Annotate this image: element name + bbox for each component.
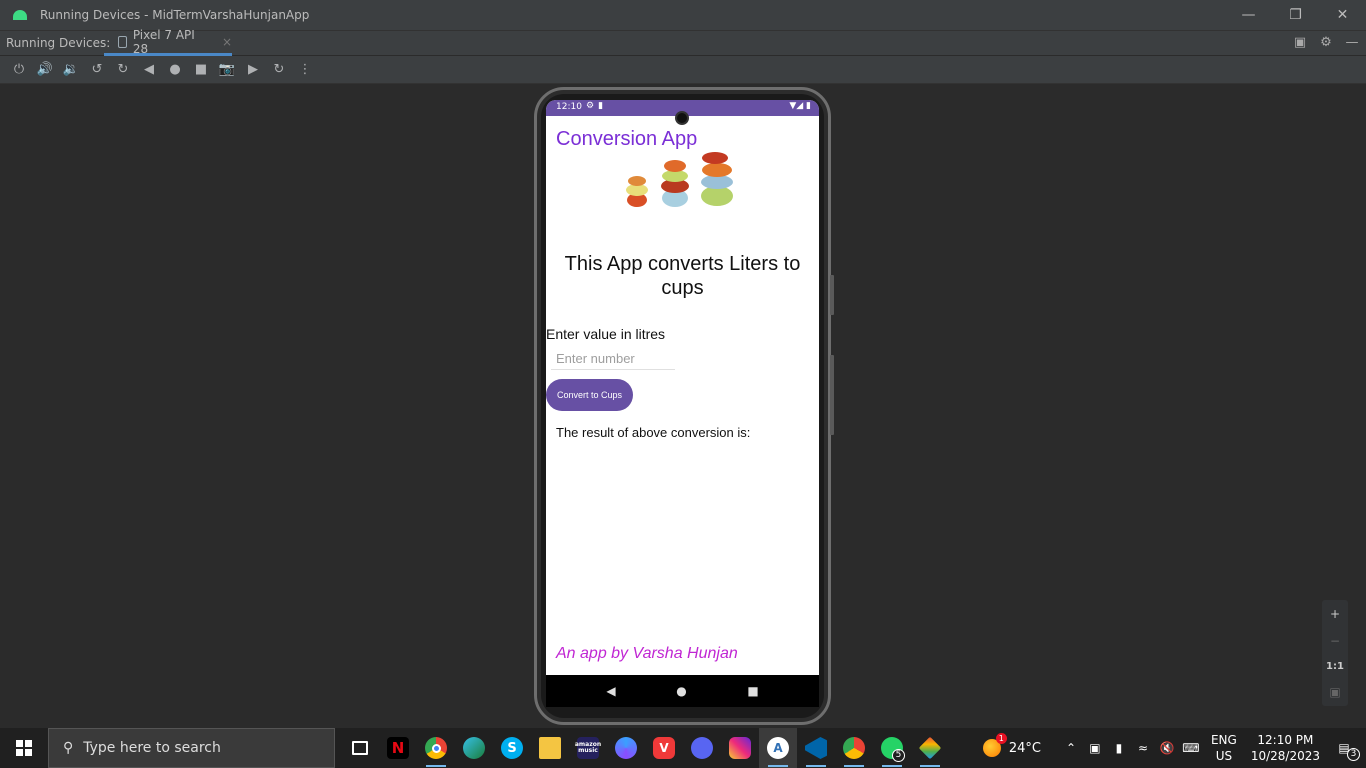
status-time: 12:10 — [556, 102, 582, 112]
restore-button[interactable]: ❐ — [1272, 0, 1319, 30]
lang-bottom: US — [1215, 749, 1233, 763]
chrome-icon[interactable] — [417, 728, 455, 768]
minimize-button[interactable]: — — [1225, 0, 1272, 30]
litres-input-label: Enter value in litres — [546, 326, 666, 342]
fit-screen-icon[interactable]: ▣ — [1329, 685, 1340, 699]
window-title: Running Devices - MidTermVarshaHunjanApp — [40, 8, 310, 22]
phone-volume-button — [830, 355, 834, 435]
hide-panel-icon[interactable]: — — [1344, 34, 1360, 50]
running-devices-tabbar: Running Devices: Pixel 7 API 28 × ▣ ⚙ — — [0, 28, 1366, 56]
rotate-right-icon[interactable]: ↻ — [110, 59, 136, 81]
notification-center-icon[interactable]: ▤ 3 — [1332, 741, 1360, 761]
phone-screen: 12:10 ⚙▮ ▼◢ ▮ Conversion App This App co… — [546, 100, 819, 707]
edge-icon[interactable] — [455, 728, 493, 768]
signal-battery-icon: ▼◢ ▮ — [789, 101, 811, 111]
window-titlebar: Running Devices - MidTermVarshaHunjanApp… — [0, 0, 1366, 30]
screenshot-icon[interactable]: 📷 — [214, 59, 240, 81]
system-tray: 1 24°C ⌃ ▣ ▮ ≈ 🔇 ⌨ ENG US 12:10 PM 10/28… — [982, 728, 1366, 768]
window-controls: — ❐ ✕ — [1225, 0, 1366, 30]
discord-icon[interactable] — [683, 728, 721, 768]
vs-code-icon[interactable] — [797, 728, 835, 768]
nav-recents-icon[interactable]: ■ — [747, 684, 758, 698]
amazon-music-icon[interactable]: amazon music — [569, 728, 607, 768]
zoom-out-button[interactable]: − — [1330, 634, 1340, 648]
reset-icon[interactable]: ↻ — [266, 59, 292, 81]
notification-count: 3 — [1347, 748, 1360, 761]
litres-input[interactable] — [551, 347, 675, 370]
swirl-app-icon[interactable] — [607, 728, 645, 768]
screen-record-icon[interactable]: ▶ — [240, 59, 266, 81]
weather-sun-icon: 1 — [982, 733, 1007, 757]
running-devices-label: Running Devices: — [6, 36, 111, 50]
zoom-controls: + − 1:1 ▣ — [1322, 600, 1348, 706]
clock-date: 10/28/2023 — [1250, 749, 1320, 763]
weather-widget[interactable]: 1 24°C — [982, 733, 1041, 757]
whatsapp-icon[interactable]: 5 — [873, 728, 911, 768]
headline-text: This App converts Liters to cups — [564, 253, 801, 299]
taskbar-clock[interactable]: 12:10 PM 10/28/2023 — [1251, 732, 1320, 764]
device-toolbar: ⏻ 🔊 🔉 ↺ ↻ ◀ ● ■ 📷 ▶ ↻ ⋮ — [0, 56, 1366, 84]
phone-side-button — [830, 275, 834, 315]
windows-logo-icon — [16, 740, 32, 756]
volume-down-icon[interactable]: 🔉 — [58, 59, 84, 81]
task-view-icon[interactable] — [341, 728, 379, 768]
power-icon[interactable]: ⏻ — [6, 59, 32, 81]
result-text: The result of above conversion is: — [556, 425, 751, 440]
android-studio-taskbar-icon[interactable]: A — [759, 728, 797, 768]
convert-to-cups-button[interactable]: Convert to Cups — [546, 379, 633, 411]
device-icon — [118, 36, 127, 48]
weather-alert-badge: 1 — [995, 733, 1007, 744]
temperature: 24°C — [1008, 740, 1041, 756]
home-icon[interactable]: ● — [162, 59, 188, 81]
volume-muted-icon[interactable]: 🔇 — [1155, 741, 1179, 755]
close-button[interactable]: ✕ — [1319, 0, 1366, 30]
android-nav-bar: ◀ ● ■ — [546, 675, 819, 707]
back-icon[interactable]: ◀ — [136, 59, 162, 81]
overview-icon[interactable]: ■ — [188, 59, 214, 81]
netflix-icon[interactable]: N — [379, 728, 417, 768]
nav-home-icon[interactable]: ● — [676, 684, 686, 698]
tab-close-icon[interactable]: × — [222, 35, 232, 49]
keyboard-icon[interactable]: ⌨ — [1179, 741, 1203, 755]
input-language[interactable]: ENG US — [1211, 732, 1237, 764]
tab-pixel-7-api-28[interactable]: Pixel 7 API 28 × — [104, 28, 232, 56]
more-icon[interactable]: ⋮ — [292, 59, 318, 81]
volume-up-icon[interactable]: 🔊 — [32, 59, 58, 81]
windows-taskbar: ⚲ Type here to search N S amazon music V… — [0, 728, 1366, 768]
battery-icon[interactable]: ▮ — [1107, 741, 1131, 755]
clock-time: 12:10 PM — [1257, 733, 1314, 747]
start-button[interactable] — [0, 728, 48, 768]
chevron-up-icon[interactable]: ⌃ — [1059, 741, 1083, 755]
settings-gear-icon[interactable]: ⚙ — [1318, 34, 1334, 50]
git-tool-icon[interactable] — [911, 728, 949, 768]
panel-actions: ▣ ⚙ — — [1292, 34, 1360, 50]
footer-credit: An app by Varsha Hunjan — [556, 645, 738, 662]
whatsapp-badge: 5 — [892, 749, 905, 762]
meet-now-icon[interactable]: ▣ — [1083, 741, 1107, 755]
search-icon: ⚲ — [63, 740, 74, 756]
search-placeholder: Type here to search — [83, 740, 221, 756]
skype-icon[interactable]: S — [493, 728, 531, 768]
status-icons: ⚙▮ — [586, 101, 608, 111]
nav-back-icon[interactable]: ◀ — [606, 684, 615, 698]
taskbar-apps: N S amazon music V A 5 — [341, 728, 949, 768]
file-explorer-icon[interactable] — [531, 728, 569, 768]
zoom-in-button[interactable]: + — [1330, 607, 1340, 621]
rotate-left-icon[interactable]: ↺ — [84, 59, 110, 81]
tab-label: Pixel 7 API 28 — [132, 28, 195, 56]
actual-size-button[interactable]: 1:1 — [1326, 661, 1344, 672]
front-camera — [675, 111, 689, 125]
instagram-icon[interactable] — [721, 728, 759, 768]
lang-top: ENG — [1210, 733, 1237, 747]
wifi-icon[interactable]: ≈ — [1131, 741, 1155, 755]
cups-image — [626, 152, 733, 207]
taskbar-search[interactable]: ⚲ Type here to search — [48, 728, 335, 768]
chrome-profile-icon[interactable] — [835, 728, 873, 768]
vivaldi-icon[interactable]: V — [645, 728, 683, 768]
android-studio-icon — [13, 10, 27, 20]
layout-icon[interactable]: ▣ — [1292, 34, 1308, 50]
